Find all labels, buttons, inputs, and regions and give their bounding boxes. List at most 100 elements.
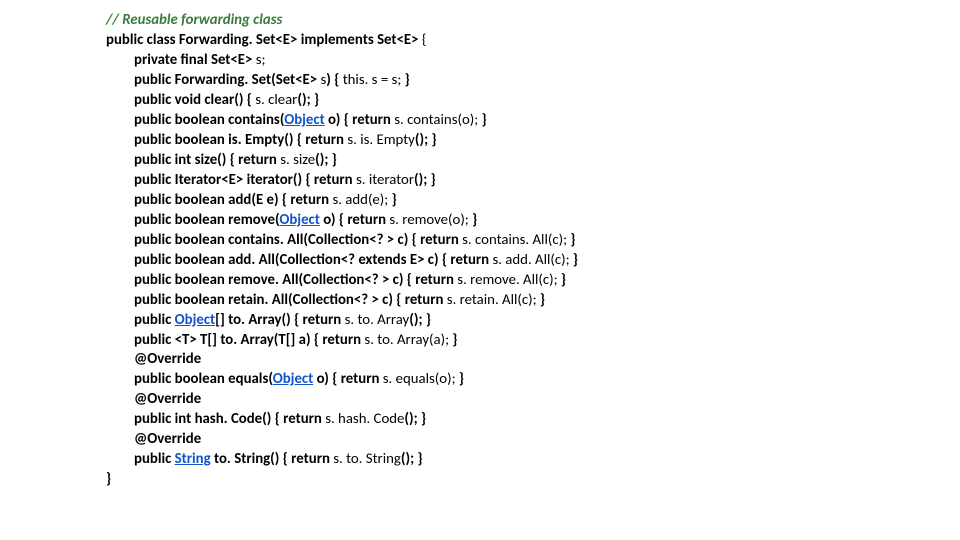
- token: boolean: [175, 290, 225, 308]
- code-line: public Object[] to. Array() { return s. …: [106, 310, 960, 330]
- token: public: [134, 270, 175, 288]
- token: }: [540, 290, 545, 308]
- token: s. add. All(c);: [492, 250, 572, 268]
- token: s. remove. All(c);: [457, 270, 561, 288]
- brace: {: [422, 30, 427, 48]
- code-line: public class Forwarding. Set<E> implemen…: [106, 30, 960, 50]
- token: remove. All(Collection<? > c) { return: [225, 270, 457, 288]
- token: boolean: [175, 190, 225, 208]
- token: this. s = s;: [343, 70, 405, 88]
- code-line: public int hash. Code() { return s. hash…: [106, 409, 960, 429]
- type-link: Object: [279, 210, 320, 228]
- token: is. Empty() { return: [225, 130, 348, 148]
- token: (Set<E>: [271, 70, 320, 88]
- token: o) { return: [325, 110, 395, 128]
- token: }: [472, 210, 477, 228]
- token: int: [175, 150, 192, 168]
- keyword: implements Set<E>: [297, 30, 421, 48]
- token: boolean: [175, 369, 225, 387]
- token: (); }: [404, 409, 426, 427]
- token: public: [134, 310, 175, 328]
- token: public: [134, 130, 175, 148]
- token: boolean: [175, 270, 225, 288]
- token: boolean: [175, 230, 225, 248]
- code-line: public boolean add. All(Collection<? ext…: [106, 250, 960, 270]
- token: public: [134, 230, 175, 248]
- code-line: public boolean contains. All(Collection<…: [106, 230, 960, 250]
- code-line: // Reusable forwarding class: [106, 10, 960, 30]
- code-line: public Iterator<E> iterator() { return s…: [106, 170, 960, 190]
- token: contains. All(Collection<? > c) { return: [225, 230, 462, 248]
- comment-text: // Reusable forwarding class: [106, 10, 282, 28]
- token: public Iterator<E> iterator() { return: [134, 170, 356, 188]
- token: public: [134, 250, 175, 268]
- keyword: public class: [106, 30, 179, 48]
- token: }: [405, 70, 410, 88]
- token: s. remove(o);: [389, 210, 472, 228]
- token: public void clear() {: [134, 90, 255, 108]
- token: }: [561, 270, 566, 288]
- token: s. add(e);: [332, 190, 391, 208]
- type-link: Object: [273, 369, 314, 387]
- token: s. clear: [255, 90, 297, 108]
- token: contains(: [225, 110, 284, 128]
- token: remove(: [225, 210, 280, 228]
- token: }: [392, 190, 397, 208]
- token: retain. All(Collection<? > c) { return: [225, 290, 447, 308]
- token: int: [175, 409, 192, 427]
- token: boolean: [175, 250, 225, 268]
- token: }: [459, 369, 464, 387]
- token: public: [134, 449, 175, 467]
- token: private final Set<E>: [134, 50, 256, 68]
- annotation: @Override: [134, 389, 201, 407]
- token: }: [452, 330, 457, 348]
- code-line: public boolean contains(Object o) { retu…: [106, 110, 960, 130]
- token: s. equals(o);: [383, 369, 459, 387]
- code-line: }: [106, 469, 960, 489]
- token: s. to. String: [333, 449, 401, 467]
- brace: }: [106, 469, 111, 487]
- code-line: public boolean remove(Object o) { return…: [106, 210, 960, 230]
- token: (); }: [297, 90, 319, 108]
- token: s. to. Array(a);: [364, 330, 452, 348]
- token: (); }: [401, 449, 423, 467]
- code-line: public Forwarding. Set(Set<E> s) { this.…: [106, 70, 960, 90]
- token: public: [134, 150, 175, 168]
- token: Forwarding. Set: [175, 70, 271, 88]
- code-line: public boolean is. Empty() { return s. i…: [106, 130, 960, 150]
- token: public: [134, 190, 175, 208]
- token: public: [134, 70, 175, 88]
- code-line: public boolean retain. All(Collection<? …: [106, 290, 960, 310]
- token: [] to. Array() { return: [215, 310, 344, 328]
- token: boolean: [175, 130, 225, 148]
- token: }: [570, 230, 575, 248]
- token: s. contains. All(c);: [462, 230, 570, 248]
- token: s. hash. Code: [325, 409, 404, 427]
- token: (); }: [315, 150, 337, 168]
- token: boolean: [175, 210, 225, 228]
- code-block: // Reusable forwarding class public clas…: [0, 0, 960, 489]
- code-line: public void clear() { s. clear(); }: [106, 90, 960, 110]
- token: o) { return: [313, 369, 383, 387]
- type-link: Object: [175, 310, 216, 328]
- token: (); }: [409, 310, 431, 328]
- code-line: public boolean equals(Object o) { return…: [106, 369, 960, 389]
- token: (); }: [414, 170, 436, 188]
- token: public: [134, 290, 175, 308]
- token: o) { return: [320, 210, 390, 228]
- token: s. contains(o);: [394, 110, 481, 128]
- generic: <E>: [275, 30, 297, 48]
- token: }: [573, 250, 578, 268]
- token: ) {: [326, 70, 342, 88]
- code-line: public boolean add(E e) { return s. add(…: [106, 190, 960, 210]
- token: ;: [262, 50, 266, 68]
- token: public: [134, 369, 175, 387]
- token: public: [134, 210, 175, 228]
- token: equals(: [225, 369, 273, 387]
- token: to. String() { return: [211, 449, 334, 467]
- type-link: String: [175, 449, 211, 467]
- token: public <T> T[] to. Array(T[] a) { return: [134, 330, 364, 348]
- annotation: @Override: [134, 349, 201, 367]
- code-line: public <T> T[] to. Array(T[] a) { return…: [106, 330, 960, 350]
- code-line: private final Set<E> s;: [106, 50, 960, 70]
